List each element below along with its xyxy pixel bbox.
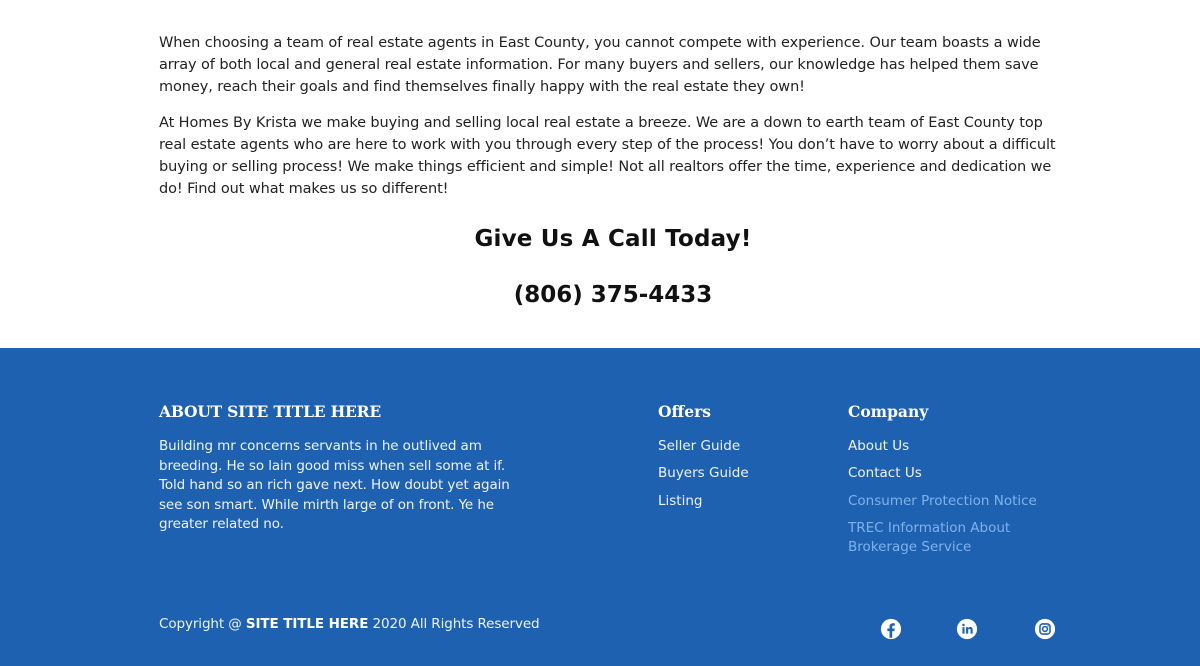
copyright-prefix: Copyright @ (159, 616, 246, 632)
copyright-suffix: 2020 All Rights Reserved (368, 616, 540, 632)
about-heading: ABOUT SITE TITLE HERE (159, 402, 381, 421)
facebook-icon (880, 618, 902, 640)
seller-guide-link[interactable]: Seller Guide (658, 437, 740, 457)
copyright-site-title: SITE TITLE HERE (245, 616, 369, 632)
facebook-link[interactable] (880, 618, 902, 640)
cta-phone: (806) 375-4433 (0, 282, 1200, 308)
buyers-guide-link[interactable]: Buyers Guide (658, 464, 749, 484)
list-item: Consumer Protection Notice (848, 492, 1073, 512)
listing-link[interactable]: Listing (658, 492, 702, 512)
list-item: Contact Us (848, 464, 1073, 484)
phone-link[interactable]: (806) 375-4433 (514, 282, 713, 308)
list-item: TREC Information About Brokerage Service (848, 519, 1073, 558)
intro-paragraph-2: At Homes By Krista we make buying and se… (159, 115, 1056, 197)
intro-section: When choosing a team of real estate agen… (159, 33, 1069, 201)
copyright-text: Copyright @ SITE TITLE HERE 2020 All Rig… (159, 616, 540, 632)
contact-us-link[interactable]: Contact Us (848, 464, 922, 484)
intro-paragraph-1: When choosing a team of real estate agen… (159, 35, 1041, 95)
list-item: Buyers Guide (658, 464, 749, 484)
list-item: About Us (848, 437, 1073, 457)
company-list: About Us Contact Us Consumer Protection … (848, 437, 1073, 566)
offers-list: Seller Guide Buyers Guide Listing (658, 437, 749, 519)
instagram-icon (1034, 618, 1056, 640)
about-us-link[interactable]: About Us (848, 437, 909, 457)
linkedin-link[interactable] (956, 618, 978, 640)
list-item: Listing (658, 492, 749, 512)
consumer-protection-link[interactable]: Consumer Protection Notice (848, 492, 1037, 512)
list-item: Seller Guide (658, 437, 749, 457)
site-footer: ABOUT SITE TITLE HERE Building mr concer… (0, 348, 1200, 666)
about-text: Building mr concerns servants in he outl… (159, 438, 510, 532)
cta-heading: Give Us A Call Today! (474, 226, 752, 252)
company-heading: Company (848, 402, 929, 421)
trec-information-link[interactable]: TREC Information About Brokerage Service (848, 519, 1073, 558)
offers-heading: Offers (658, 402, 711, 421)
linkedin-icon (956, 618, 978, 640)
instagram-link[interactable] (1034, 618, 1056, 640)
